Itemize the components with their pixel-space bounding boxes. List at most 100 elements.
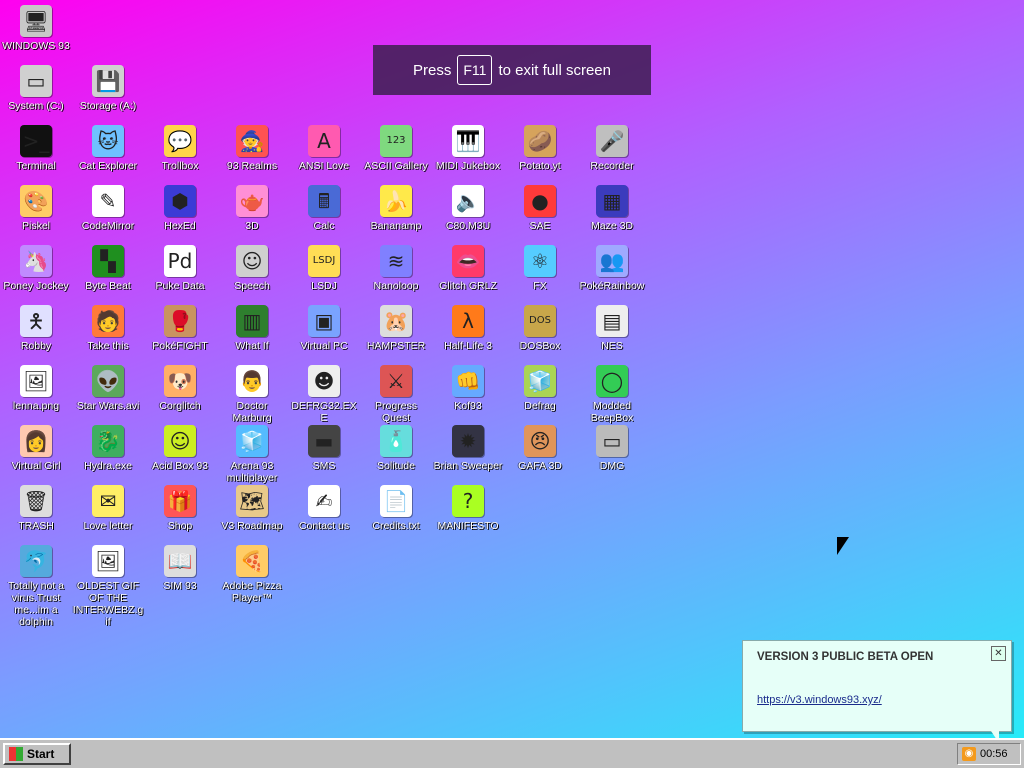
desktop-icon[interactable]: ✉ Love letter <box>72 485 144 532</box>
desktop-icon-label: Virtual PC <box>300 340 348 352</box>
desktop-icon[interactable]: 🍕 Adobe Pizza Player™ <box>216 545 288 604</box>
desktop-icon[interactable]: 👽 Star Wars.avi <box>72 365 144 412</box>
desktop-icon[interactable]: ✍ Contact us <box>288 485 360 532</box>
desktop-icon[interactable]: ▤ NES <box>576 305 648 352</box>
desktop-icon[interactable]: ▥ What If <box>216 305 288 352</box>
desktop-icon[interactable]: 😠 GAFA 3D <box>504 425 576 472</box>
rss-icon[interactable]: ◉ <box>962 747 976 761</box>
desktop-icon[interactable]: ▬ SMS <box>288 425 360 472</box>
desktop-icon-label: Bananamp <box>370 220 422 232</box>
desktop-icon[interactable]: 🧊 Defrag <box>504 365 576 412</box>
app-icon: 🎁 <box>164 485 196 517</box>
desktop-icon[interactable]: 🧑 Take this <box>72 305 144 352</box>
start-label: Start <box>27 747 55 761</box>
desktop-icon[interactable]: 🥔 Potato.yt <box>504 125 576 172</box>
desktop-icon[interactable]: 👊 Kof93 <box>432 365 504 412</box>
desktop-icon[interactable]: ▣ Virtual PC <box>288 305 360 352</box>
desktop-icon[interactable]: 🐉 Hydra.exe <box>72 425 144 472</box>
desktop-icon[interactable]: 🎁 Shop <box>144 485 216 532</box>
desktop-icon[interactable]: 📄 Credits.txt <box>360 485 432 532</box>
desktop-icon[interactable]: ☺ Speech <box>216 245 288 292</box>
app-icon: 123 <box>380 125 412 157</box>
desktop-icon[interactable]: 🔈 C80.M3U <box>432 185 504 232</box>
desktop-icon[interactable]: 🧴 Solitude <box>360 425 432 472</box>
desktop-icon[interactable]: 💬 Trollbox <box>144 125 216 172</box>
desktop-icon-label: Arena 93 multiplayer <box>226 460 278 484</box>
desktop-icon[interactable]: 🥊 PokéFIGHT <box>144 305 216 352</box>
desktop-icon[interactable]: 🗺 V3 Roadmap <box>216 485 288 532</box>
desktop-icon[interactable]: 👨 Doctor Marburg <box>216 365 288 424</box>
desktop-icon-label: Totally not a virus.Trust me...im a dolp… <box>7 580 65 628</box>
desktop-icon[interactable]: ⚔ Progress Quest <box>360 365 432 424</box>
desktop-icon-label: Doctor Marburg <box>232 400 272 424</box>
desktop-icon[interactable]: ▭ DMG <box>576 425 648 472</box>
desktop-icon[interactable]: 🦄 Poney Jockey <box>0 245 72 292</box>
desktop-icon[interactable]: 🗑 TRASH <box>0 485 72 532</box>
desktop-icon-label: Maze 3D <box>590 220 633 232</box>
app-icon: 👨 <box>236 365 268 397</box>
desktop-icon[interactable]: ▭ System (C:) <box>0 65 72 112</box>
desktop-icon[interactable]: ▦ Maze 3D <box>576 185 648 232</box>
app-icon: LSDJ <box>308 245 340 277</box>
desktop-icon[interactable]: 🫖 3D <box>216 185 288 232</box>
app-icon: 🍕 <box>236 545 268 577</box>
desktop-icon[interactable]: 🐹 HAMPSTER <box>360 305 432 352</box>
desktop-icon-label: Piskel <box>21 220 50 232</box>
desktop-icon[interactable]: 123 ASCII Gallery <box>360 125 432 172</box>
desktop-icon[interactable]: 🖼 lenna.png <box>0 365 72 412</box>
close-icon[interactable]: ✕ <box>991 646 1006 661</box>
desktop-icon[interactable]: 🎹 MIDI Jukebox <box>432 125 504 172</box>
start-logo-icon <box>9 747 23 761</box>
desktop-icon[interactable]: >_ Terminal <box>0 125 72 172</box>
app-icon: 🧙 <box>236 125 268 157</box>
desktop-icon[interactable]: 🐶 Corglitch <box>144 365 216 412</box>
desktop-icon[interactable]: 👄 Glitch GRLZ <box>432 245 504 292</box>
app-icon: 💬 <box>164 125 196 157</box>
desktop-icon[interactable]: λ Half-Life 3 <box>432 305 504 352</box>
start-button[interactable]: Start <box>3 743 71 765</box>
app-icon: Pd <box>164 245 196 277</box>
desktop-icon[interactable]: 📖 SIM 93 <box>144 545 216 592</box>
desktop-icon[interactable]: DOS DOSBox <box>504 305 576 352</box>
desktop-icon-label: Love letter <box>83 520 133 532</box>
desktop-icon-label: MANIFESTO <box>437 520 499 532</box>
desktop-icon[interactable]: ≋ Nanoloop <box>360 245 432 292</box>
f11-key: F11 <box>457 55 493 85</box>
desktop-icon-label: 3D <box>245 220 259 232</box>
desktop-icon[interactable]: ◯ Modded BeepBox <box>576 365 648 424</box>
desktop-icon[interactable]: 🐱 Cat Explorer <box>72 125 144 172</box>
desktop-icon[interactable]: A ANSI Love <box>288 125 360 172</box>
desktop-icon[interactable]: 🧊 Arena 93 multiplayer <box>216 425 288 484</box>
desktop-icon[interactable]: ✎ CodeMirror <box>72 185 144 232</box>
desktop-icon[interactable]: 💾 Storage (A:) <box>72 65 144 112</box>
desktop-icon[interactable]: 🐬 Totally not a virus.Trust me...im a dol… <box>0 545 72 628</box>
desktop-icon[interactable]: 🯅 Robby <box>0 305 72 352</box>
desktop-icon-label: Brian Sweeper <box>433 460 503 472</box>
desktop-icon[interactable]: ● SAE <box>504 185 576 232</box>
desktop-icon[interactable]: ✹ Brian Sweeper <box>432 425 504 472</box>
desktop-icon[interactable]: ☺ Acid Box 93 <box>144 425 216 472</box>
desktop-icon[interactable]: ▚ Byte Beat <box>72 245 144 292</box>
desktop-icon[interactable]: 👩 Virtual Girl <box>0 425 72 472</box>
desktop-icon[interactable]: 🖥 WINDOWS 93 <box>0 5 72 52</box>
desktop-icon[interactable]: 🍌 Bananamp <box>360 185 432 232</box>
desktop-icon[interactable]: 👥 PokéRainbow <box>576 245 648 292</box>
desktop-icon[interactable]: 🖩 Calc <box>288 185 360 232</box>
app-icon: ☺ <box>164 425 196 457</box>
desktop-icon[interactable]: 🎨 Piskel <box>0 185 72 232</box>
desktop-icon[interactable]: 🧙 93 Realms <box>216 125 288 172</box>
desktop-icon[interactable]: ⚛ FX <box>504 245 576 292</box>
desktop-icon-label: ANSI Love <box>298 160 350 172</box>
desktop-icon[interactable]: 🎤 Recorder <box>576 125 648 172</box>
desktop-icon[interactable]: 🖼 OLDEST GIF OF THE INTERWEBZ.gif <box>72 545 144 628</box>
desktop-icon[interactable]: ⬢ HexEd <box>144 185 216 232</box>
desktop-icon[interactable]: LSDJ LSDJ <box>288 245 360 292</box>
desktop-icon[interactable]: ? MANIFESTO <box>432 485 504 532</box>
desktop-icon-label: ASCII Gallery <box>364 160 428 172</box>
desktop-icon[interactable]: Pd Puke Data <box>144 245 216 292</box>
app-icon: 🐶 <box>164 365 196 397</box>
desktop-icon-label: What If <box>235 340 269 352</box>
notification-link[interactable]: https://v3.windows93.xyz/ <box>757 694 882 706</box>
desktop-icon[interactable]: ☻ DEFRG32.EXE <box>288 365 360 424</box>
desktop-icon-label: Puke Data <box>155 280 205 292</box>
